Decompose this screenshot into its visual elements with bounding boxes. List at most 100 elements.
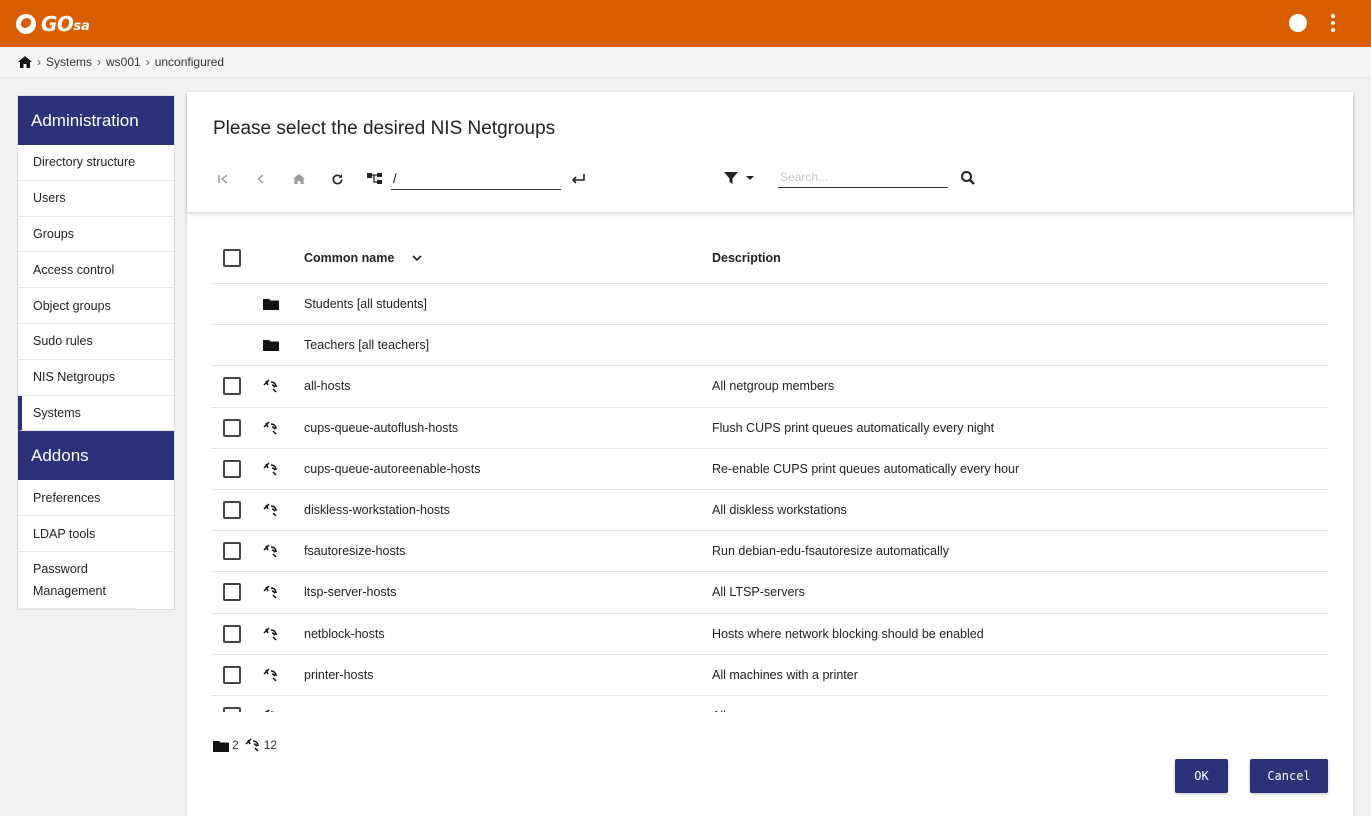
select-all-checkbox[interactable] [223, 248, 241, 267]
breadcrumb-item-systems[interactable]: Systems [46, 55, 92, 69]
table-row[interactable]: all-hosts All netgroup members [211, 366, 1328, 408]
folder-count: 2 [232, 738, 239, 752]
filter-search-bar [724, 167, 976, 188]
filter-icon [724, 171, 738, 184]
netgroup-icon [263, 503, 277, 517]
table-row[interactable]: netblock-hosts Hosts where network blocki… [211, 614, 1328, 655]
table-row[interactable]: Students [all students] [211, 284, 1328, 326]
row-checkbox[interactable] [223, 418, 241, 437]
table-row[interactable]: Teachers [all teachers] [211, 325, 1328, 367]
page-title: Please select the desired NIS Netgroups [213, 118, 556, 139]
sidebar-item-preferences[interactable]: Preferences [18, 480, 174, 517]
row-checkbox[interactable] [223, 459, 241, 478]
search-icon[interactable] [960, 170, 976, 186]
sidebar-item-nis-netgroups[interactable]: NIS Netgroups [18, 360, 174, 396]
user-status-icon[interactable] [1289, 14, 1307, 32]
row-checkbox[interactable] [223, 706, 241, 712]
more-menu-icon[interactable] [1331, 14, 1335, 32]
netgroup-count: 12 [263, 738, 278, 752]
sidebar-item-password-management[interactable]: Password Management [18, 552, 136, 609]
column-header-description[interactable]: Description [712, 251, 1328, 265]
sort-chevron-down-icon[interactable] [412, 255, 422, 262]
refresh-icon[interactable] [327, 169, 347, 189]
netgroup-icon [263, 627, 277, 641]
cancel-button[interactable]: Cancel [1250, 759, 1328, 793]
cell-common-name[interactable]: fsautoresize-hosts [304, 544, 712, 558]
table-row[interactable]: cups-queue-autoflush-hosts Flush CUPS pri… [211, 408, 1328, 449]
first-page-icon[interactable] [213, 169, 233, 189]
enter-icon[interactable] [569, 170, 587, 188]
selection-dialog: Please select the desired NIS Netgroups [187, 92, 1353, 816]
caret-down-icon [746, 175, 754, 180]
back-icon[interactable] [251, 169, 271, 189]
row-checkbox[interactable] [223, 542, 241, 561]
table-row[interactable]: All [211, 696, 1328, 712]
column-header-common-name[interactable]: Common name [304, 251, 712, 265]
cell-common-name[interactable]: Students [all students] [304, 297, 712, 311]
netgroup-icon [263, 462, 277, 476]
ok-button[interactable]: OK [1175, 759, 1228, 793]
table-row[interactable]: cups-queue-autoreenable-hosts Re-enable C… [211, 449, 1328, 490]
table-row[interactable]: printer-hosts All machines with a printer [211, 655, 1328, 696]
folder-icon [263, 299, 279, 311]
row-checkbox[interactable] [223, 624, 241, 643]
top-bar: GO sa [0, 0, 1371, 47]
filter-dropdown[interactable] [724, 171, 754, 185]
breadcrumb-item-ws001[interactable]: ws001 [106, 55, 141, 69]
cell-common-name[interactable]: Teachers [all teachers] [304, 338, 712, 352]
column-header-label: Common name [304, 250, 395, 265]
sidebar-item-groups[interactable]: Groups [18, 217, 174, 253]
row-checkbox[interactable] [223, 501, 241, 520]
breadcrumb-separator: › [97, 55, 102, 69]
logo-subtext: sa [73, 19, 90, 34]
cell-description: All machines with a printer [712, 667, 858, 682]
cell-common-name[interactable]: netblock-hosts [304, 627, 712, 641]
sidebar: Administration Directory structure Users… [17, 95, 175, 610]
table-row[interactable]: ltsp-server-hosts All LTSP-servers [211, 572, 1328, 614]
cell-common-name[interactable]: ltsp-server-hosts [304, 585, 712, 599]
sidebar-item-directory-structure[interactable]: Directory structure [18, 145, 174, 181]
result-summary: 2 12 [213, 738, 283, 752]
sidebar-item-object-groups[interactable]: Object groups [18, 288, 174, 324]
breadcrumb: › Systems › ws001 › unconfigured [0, 47, 1371, 78]
netgroup-icon [265, 709, 275, 712]
netgroup-icon [263, 585, 277, 599]
folder-icon [213, 741, 229, 752]
cell-common-name[interactable]: printer-hosts [304, 668, 712, 682]
sidebar-item-sudo-rules[interactable]: Sudo rules [18, 324, 174, 360]
logo-text: GO [41, 11, 74, 36]
row-checkbox[interactable] [223, 665, 241, 684]
sidebar-item-ldap-tools[interactable]: LDAP tools [18, 516, 174, 552]
home-base-icon[interactable] [289, 169, 309, 189]
sidebar-section-addons: Addons [18, 431, 174, 481]
table-row[interactable]: diskless-workstation-hosts All diskless w… [211, 490, 1328, 532]
cell-description: All [712, 709, 1328, 712]
logo-mark-icon [16, 13, 36, 34]
row-checkbox[interactable] [223, 377, 241, 396]
cell-description: All LTSP-servers [712, 585, 805, 600]
app-logo[interactable]: GO sa [16, 12, 90, 36]
home-icon[interactable] [18, 56, 32, 68]
netgroup-table: Common name Description Students [all st… [211, 232, 1328, 712]
cell-common-name[interactable]: cups-queue-autoflush-hosts [304, 421, 712, 435]
netgroup-icon [263, 379, 277, 393]
tree-icon[interactable] [365, 169, 385, 189]
cell-common-name[interactable]: cups-queue-autoreenable-hosts [304, 462, 712, 476]
sidebar-section-administration: Administration [18, 96, 174, 145]
cell-common-name[interactable]: all-hosts [304, 379, 712, 393]
navigation-toolbar [213, 167, 587, 191]
table-row[interactable]: fsautoresize-hosts Run debian-edu-fsautor… [211, 531, 1328, 573]
sidebar-item-access-control[interactable]: Access control [18, 252, 174, 289]
breadcrumb-separator: › [145, 55, 150, 69]
table-header-row: Common name Description [211, 232, 1328, 284]
cell-description: All diskless workstations [712, 503, 847, 518]
row-checkbox[interactable] [223, 583, 241, 602]
cell-description: Hosts where network blocking should be e… [712, 626, 984, 641]
sidebar-item-users[interactable]: Users [18, 181, 174, 217]
cell-common-name[interactable]: diskless-workstation-hosts [304, 503, 712, 517]
cell-description: Run debian-edu-fsautoresize automaticall… [712, 544, 949, 559]
search-input[interactable] [778, 167, 948, 188]
sidebar-item-systems[interactable]: Systems [18, 395, 174, 432]
breadcrumb-separator: › [37, 55, 41, 69]
base-path-input[interactable] [391, 168, 561, 190]
